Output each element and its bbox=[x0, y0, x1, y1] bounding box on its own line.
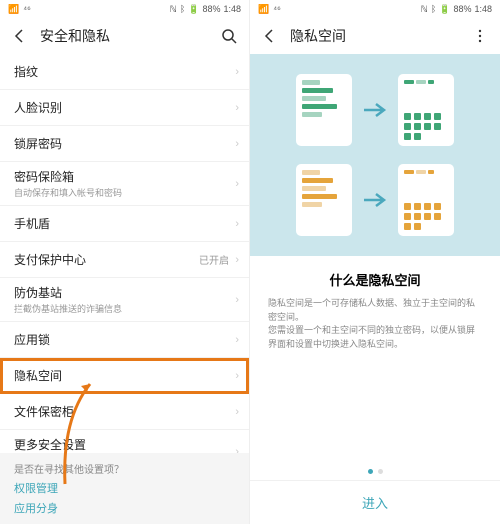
page-title: 隐私空间 bbox=[290, 26, 346, 46]
row-label: 手机盾 bbox=[14, 215, 50, 232]
footer-hint: 是否在寻找其他设置项？ 权限管理 应用分身 bbox=[0, 453, 249, 524]
row-sublabel: 拦截伪基站推送的诈骗信息 bbox=[14, 302, 122, 315]
settings-row-7[interactable]: 应用锁 › bbox=[0, 322, 249, 358]
row-label: 人脸识别 bbox=[14, 99, 62, 116]
search-icon[interactable] bbox=[219, 26, 239, 46]
page-indicator bbox=[250, 463, 500, 480]
privatespace-screen: 📶 ⁴⁶ ℕᛒ🔋88%1:48 隐私空间 bbox=[250, 0, 500, 524]
phone-main-green bbox=[296, 74, 352, 146]
settings-row-2[interactable]: 锁屏密码 › bbox=[0, 126, 249, 162]
status-bar: 📶 ⁴⁶ ℕᛒ🔋88%1:48 bbox=[250, 0, 500, 18]
settings-row-3[interactable]: 密码保险箱自动保存和填入帐号和密码 › bbox=[0, 162, 249, 206]
row-label: 应用锁 bbox=[14, 331, 50, 348]
status-bar: 📶 ⁴⁶ ℕᛒ🔋88%1:48 bbox=[0, 0, 249, 18]
more-icon[interactable] bbox=[470, 26, 490, 46]
back-icon[interactable] bbox=[260, 26, 280, 46]
arrow-icon bbox=[362, 101, 388, 119]
clock-label: 1:48 bbox=[474, 4, 492, 14]
settings-row-4[interactable]: 手机盾 › bbox=[0, 206, 249, 242]
settings-list: 指纹›人脸识别›锁屏密码›密码保险箱自动保存和填入帐号和密码›手机盾›支付保护中… bbox=[0, 54, 249, 453]
row-label: 防伪基站 bbox=[14, 284, 62, 301]
nfc-icon: ℕ bbox=[170, 4, 177, 15]
chevron-right-icon: › bbox=[235, 138, 239, 150]
intro-p1: 隐私空间是一个可存储私人数据、独立于主空间的私密空间。 bbox=[268, 297, 482, 324]
row-label: 指纹 bbox=[14, 63, 38, 80]
chevron-right-icon: › bbox=[235, 254, 239, 266]
settings-row-0[interactable]: 指纹 › bbox=[0, 54, 249, 90]
settings-row-5[interactable]: 支付保护中心 已开启 › bbox=[0, 242, 249, 278]
hint-question: 是否在寻找其他设置项？ bbox=[14, 461, 235, 476]
nfc-icon: ℕ bbox=[421, 4, 428, 15]
settings-screen: 📶⁴⁶ ℕᛒ🔋88%1:48 安全和隐私 指纹›人脸识别›锁屏密码›密码保险箱自… bbox=[0, 0, 250, 524]
row-status: 已开启 bbox=[199, 252, 229, 267]
intro-content: 什么是隐私空间 隐私空间是一个可存储私人数据、独立于主空间的私密空间。 您需设置… bbox=[250, 256, 500, 365]
signal-icon: 📶 bbox=[258, 4, 269, 15]
network-label: ⁴⁶ bbox=[273, 4, 281, 14]
network-label: ⁴⁶ bbox=[23, 4, 31, 14]
row-label: 密码保险箱 bbox=[14, 168, 74, 185]
settings-row-1[interactable]: 人脸识别 › bbox=[0, 90, 249, 126]
arrow-icon bbox=[362, 191, 388, 209]
row-label: 锁屏密码 bbox=[14, 135, 62, 152]
link-permissions[interactable]: 权限管理 bbox=[14, 480, 235, 496]
back-icon[interactable] bbox=[10, 26, 30, 46]
settings-row-9[interactable]: 文件保密柜 › bbox=[0, 394, 249, 430]
intro-p2: 您需设置一个和主空间不同的独立密码，以便从锁屏界面和设置中切换进入隐私空间。 bbox=[268, 324, 482, 351]
bt-icon: ᛒ bbox=[180, 4, 185, 14]
settings-row-6[interactable]: 防伪基站拦截伪基站推送的诈骗信息 › bbox=[0, 278, 249, 322]
phone-lock-orange bbox=[398, 164, 454, 236]
row-label: 更多安全设置 bbox=[14, 436, 86, 453]
battery-label: 88% bbox=[202, 4, 220, 14]
battery-icon: 🔋 bbox=[439, 4, 450, 15]
chevron-right-icon: › bbox=[235, 66, 239, 78]
chevron-right-icon: › bbox=[235, 446, 239, 454]
signal-icon: 📶 bbox=[8, 4, 19, 15]
bt-icon: ᛒ bbox=[431, 4, 436, 14]
chevron-right-icon: › bbox=[235, 294, 239, 306]
clock-label: 1:48 bbox=[223, 4, 241, 14]
chevron-right-icon: › bbox=[235, 178, 239, 190]
chevron-right-icon: › bbox=[235, 334, 239, 346]
hero-illustration bbox=[250, 54, 500, 256]
title-bar: 隐私空间 bbox=[250, 18, 500, 54]
battery-label: 88% bbox=[453, 4, 471, 14]
row-label: 隐私空间 bbox=[14, 367, 62, 384]
chevron-right-icon: › bbox=[235, 218, 239, 230]
title-bar: 安全和隐私 bbox=[0, 18, 249, 54]
row-label: 文件保密柜 bbox=[14, 403, 74, 420]
enter-button[interactable]: 进入 bbox=[250, 480, 500, 524]
phone-lock-green bbox=[398, 74, 454, 146]
page-title: 安全和隐私 bbox=[40, 26, 110, 46]
phone-main-orange bbox=[296, 164, 352, 236]
settings-row-10[interactable]: 更多安全设置卡锁、未知来源应用下载› bbox=[0, 430, 249, 453]
row-sublabel: 自动保存和填入帐号和密码 bbox=[14, 186, 122, 199]
link-app-twin[interactable]: 应用分身 bbox=[14, 500, 235, 516]
settings-row-8[interactable]: 隐私空间 › bbox=[0, 358, 249, 394]
battery-icon: 🔋 bbox=[188, 4, 199, 15]
chevron-right-icon: › bbox=[235, 102, 239, 114]
intro-heading: 什么是隐私空间 bbox=[268, 270, 482, 289]
chevron-right-icon: › bbox=[235, 370, 239, 382]
pager-dot bbox=[368, 469, 373, 474]
pager-dot bbox=[378, 469, 383, 474]
row-label: 支付保护中心 bbox=[14, 251, 86, 268]
chevron-right-icon: › bbox=[235, 406, 239, 418]
